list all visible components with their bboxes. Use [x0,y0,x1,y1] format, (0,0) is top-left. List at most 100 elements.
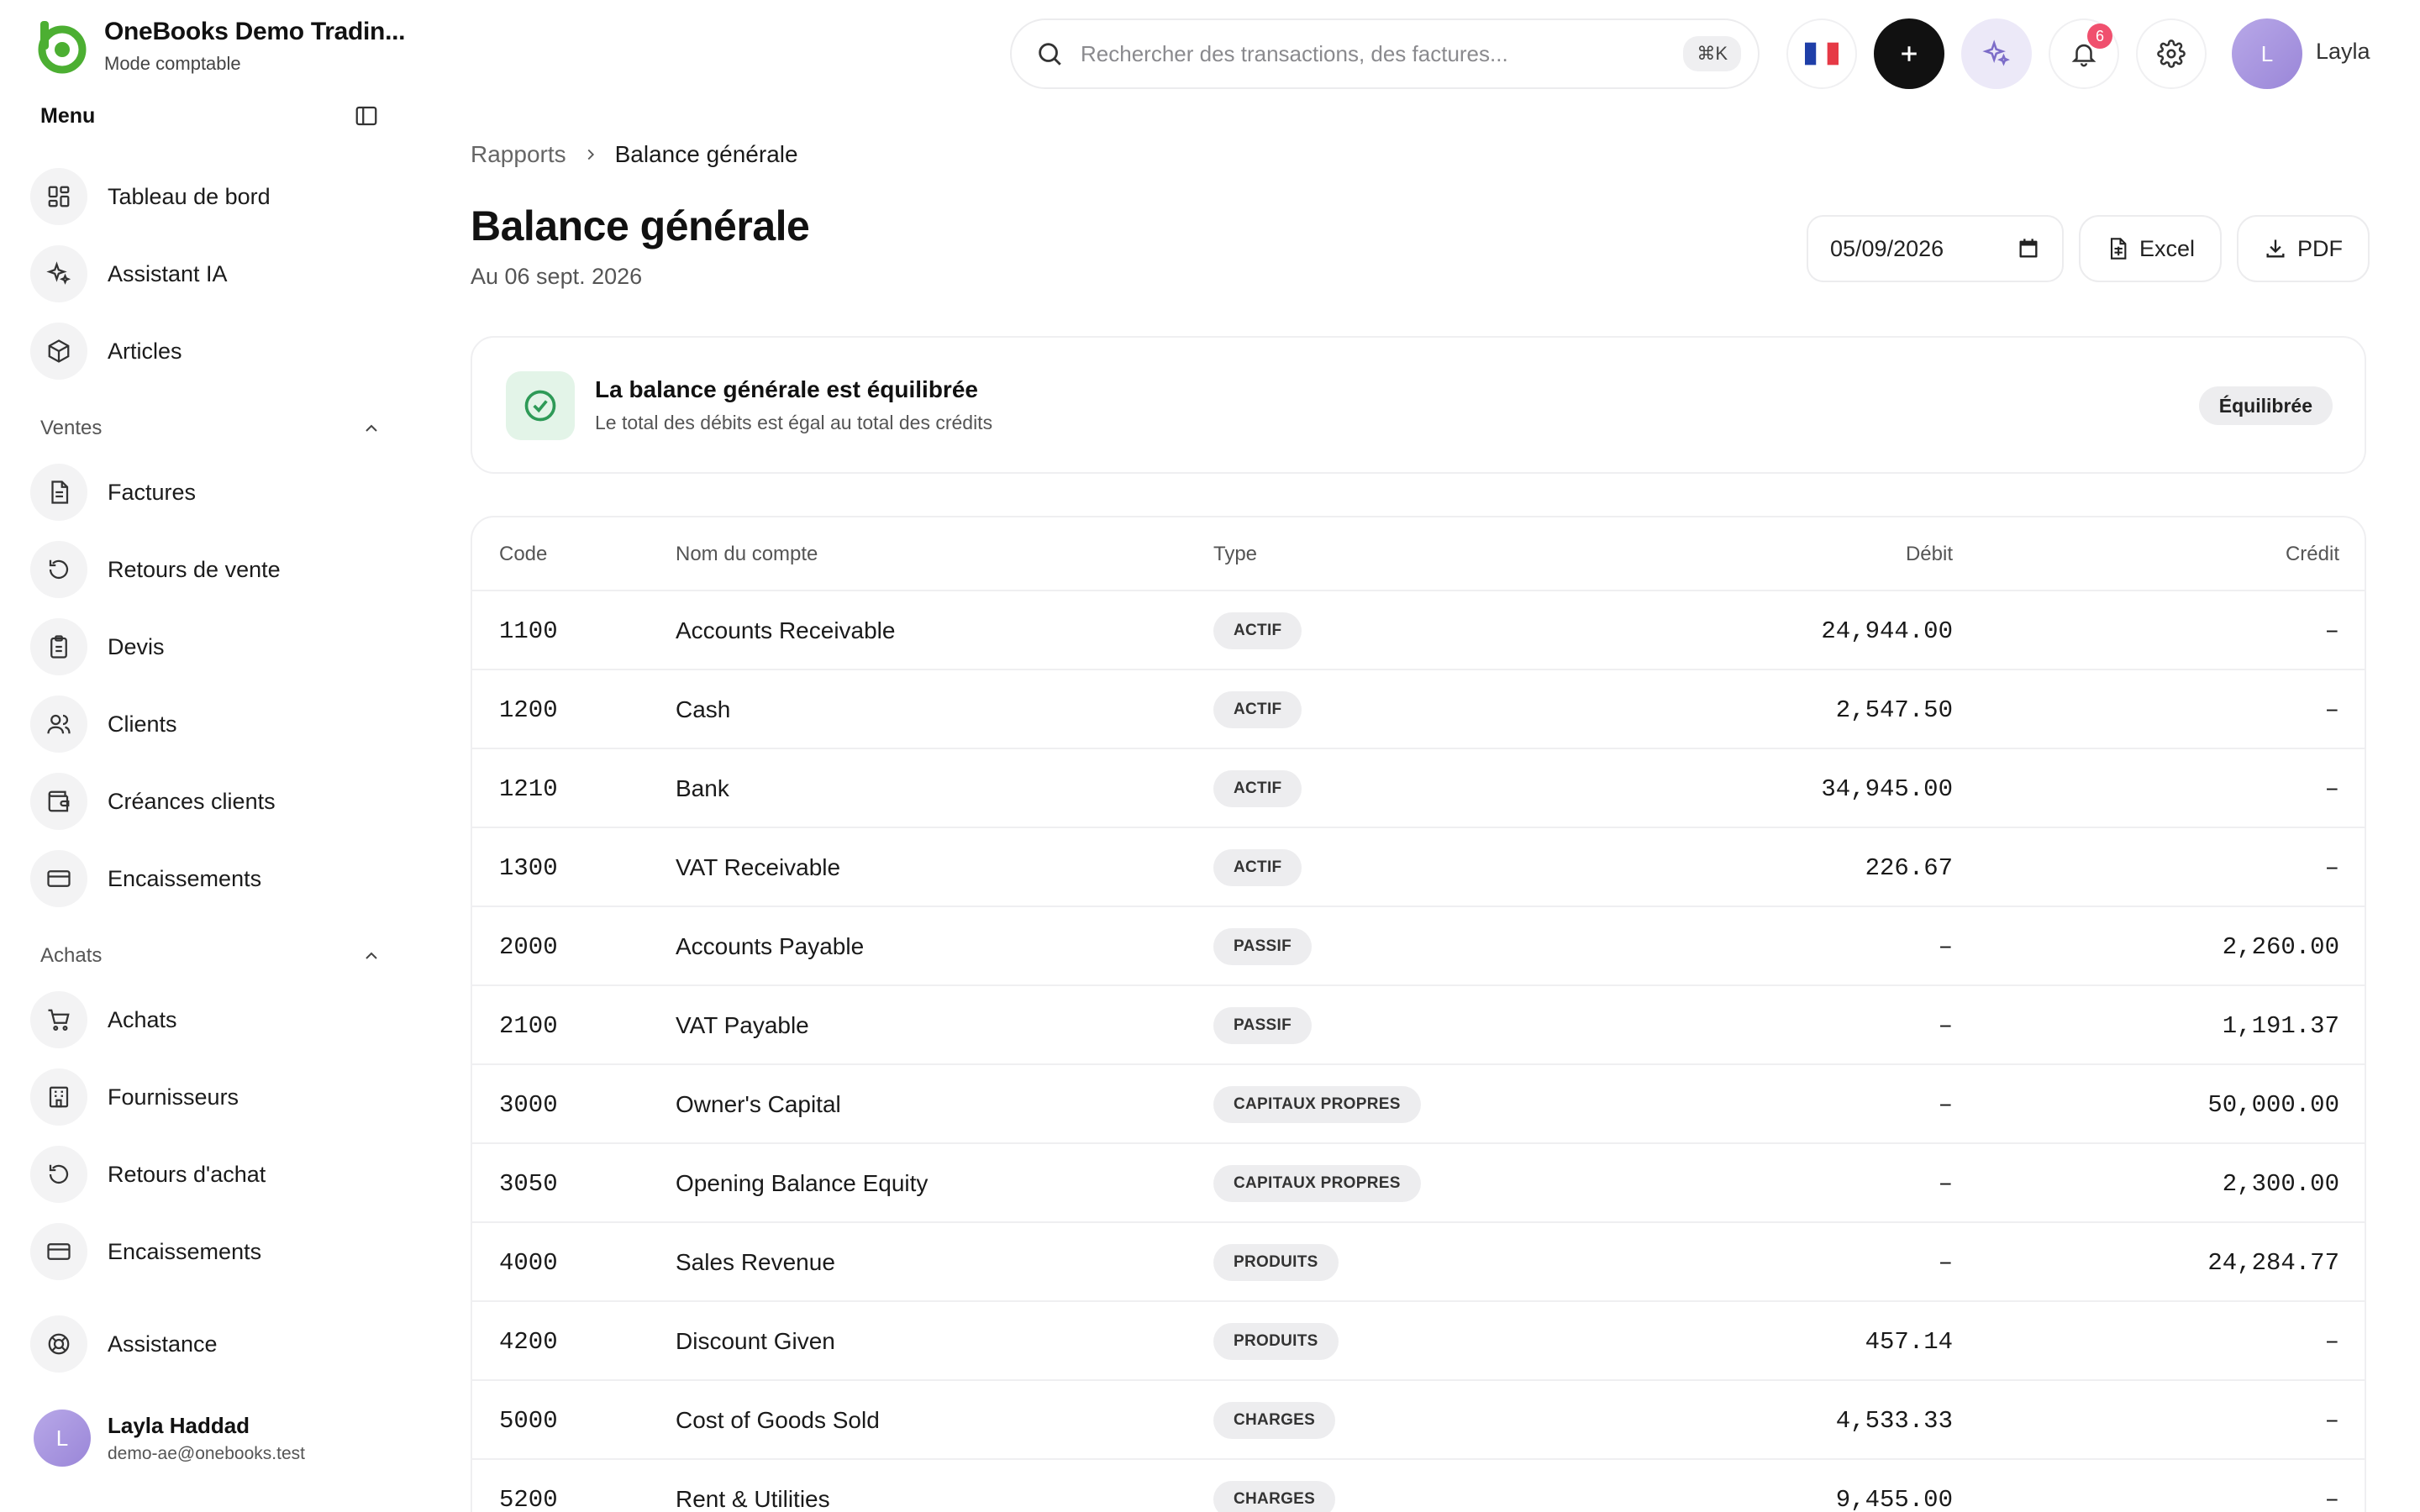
table-row[interactable]: 2000 Accounts Payable PASSIF – 2,260.00 [472,907,2365,986]
sidebar-item-sales-returns[interactable]: Retours de vente [30,538,392,601]
settings-button[interactable] [2136,18,2207,89]
account-name: Opening Balance Equity [676,1170,929,1196]
table-row[interactable]: 1100 Accounts Receivable ACTIF 24,944.00 – [472,591,2365,670]
credit-amount: 24,284.77 [2207,1248,2339,1277]
sidebar-item-quotes[interactable]: Devis [30,615,392,679]
sidebar-item-suppliers[interactable]: Fournisseurs [30,1065,392,1129]
account-code: 5200 [499,1485,558,1512]
credit-amount: 2,300.00 [2222,1169,2339,1198]
breadcrumb-parent-link[interactable]: Rapports [471,141,566,168]
sidebar-item-label: Assistance [108,1331,218,1357]
column-header-name[interactable]: Nom du compte [676,543,818,566]
export-pdf-label: PDF [2297,235,2343,261]
sidebar-item-ai-assistant[interactable]: Assistant IA [30,242,392,306]
account-code: 2000 [499,932,558,961]
section-purchases-header[interactable]: Achats [40,939,381,973]
debit-amount: 2,547.50 [1835,696,1953,724]
wallet-icon [30,773,87,830]
date-value: 05/09/2026 [1830,235,1944,261]
account-name: Bank [676,775,729,801]
sidebar-item-purchases[interactable]: Achats [30,988,392,1052]
sidebar-user-card[interactable]: L Layla Haddad demo-ae@onebooks.test [34,1410,305,1467]
sidebar-item-support[interactable]: Assistance [30,1312,392,1376]
debit-amount: – [1938,1169,1953,1198]
invoice-icon [30,464,87,521]
balance-status-card: La balance générale est équilibrée Le to… [471,336,2366,474]
account-type-cell: CHARGES [1213,1381,1336,1460]
table-row[interactable]: 5000 Cost of Goods Sold CHARGES 4,533.33 – [472,1381,2365,1460]
table-row[interactable]: 4000 Sales Revenue PRODUITS – 24,284.77 [472,1223,2365,1302]
avatar[interactable]: L [2232,18,2302,89]
column-header-credit[interactable]: Crédit [2286,543,2339,566]
sidebar: OneBooks Demo Tradin... Mode comptable M… [0,0,412,1512]
debit-amount: – [1938,1090,1953,1119]
debit-amount: 24,944.00 [1821,617,1953,645]
breadcrumb: Rapports Balance générale [471,141,798,168]
ai-assistant-button[interactable] [1961,18,2032,89]
search-input[interactable]: Rechercher des transactions, des facture… [1081,41,1683,67]
sidebar-item-clients[interactable]: Clients [30,692,392,756]
menu-title: Menu [40,103,96,128]
account-code: 4000 [499,1248,558,1277]
company-mode: Mode comptable [104,53,241,74]
sidebar-item-payments[interactable]: Encaissements [30,1220,392,1284]
column-header-code[interactable]: Code [499,543,547,566]
sidebar-item-label: Créances clients [108,788,276,814]
section-sales-header[interactable]: Ventes [40,412,381,445]
sidebar-item-receivables[interactable]: Créances clients [30,769,392,833]
account-code: 1210 [499,774,558,803]
account-type-badge: CAPITAUX PROPRES [1213,1165,1421,1202]
users-icon [30,696,87,753]
sidebar-item-label: Articles [108,338,182,364]
account-type-badge: PRODUITS [1213,1323,1339,1360]
create-button[interactable] [1874,18,1944,89]
account-name: Accounts Payable [676,933,865,959]
account-type-badge: CAPITAUX PROPRES [1213,1086,1421,1123]
sidebar-item-collections[interactable]: Encaissements [30,847,392,911]
credit-amount: – [2324,774,2339,803]
plus-icon [1902,46,1917,61]
account-type-badge: CHARGES [1213,1402,1336,1439]
search-shortcut: ⌘K [1683,36,1741,71]
credit-amount: – [2324,1327,2339,1356]
sidebar-item-dashboard[interactable]: Tableau de bord [30,165,392,228]
table-row[interactable]: 3050 Opening Balance Equity CAPITAUX PROPR… [472,1144,2365,1223]
column-header-debit[interactable]: Débit [1906,543,1953,566]
search-icon [1039,43,1061,66]
calendar-icon[interactable] [2017,237,2040,260]
date-picker-input[interactable]: 05/09/2026 [1807,215,2064,282]
sidebar-item-purchase-returns[interactable]: Retours d'achat [30,1142,392,1206]
page-title: Balance générale [471,202,810,249]
sidebar-item-articles[interactable]: Articles [30,319,392,383]
column-header-type[interactable]: Type [1213,543,1257,566]
notifications-button[interactable]: 6 [2049,18,2119,89]
company-name: OneBooks Demo Tradin... [104,18,406,45]
top-user-name[interactable]: Layla [2316,39,2370,65]
table-row[interactable]: 1300 VAT Receivable ACTIF 226.67 – [472,828,2365,907]
account-name: Accounts Receivable [676,617,896,643]
account-code: 1100 [499,617,558,645]
account-name: Cost of Goods Sold [676,1407,880,1433]
credit-amount: 50,000.00 [2207,1090,2339,1119]
search-bar[interactable]: Rechercher des transactions, des facture… [1010,18,1760,89]
table-row[interactable]: 1210 Bank ACTIF 34,945.00 – [472,749,2365,828]
sidebar-item-label: Clients [108,711,177,737]
account-name: Rent & Utilities [676,1486,830,1512]
table-row[interactable]: 5200 Rent & Utilities CHARGES 9,455.00 – [472,1460,2365,1512]
account-name: Cash [676,696,731,722]
table-row[interactable]: 1200 Cash ACTIF 2,547.50 – [472,670,2365,749]
brand[interactable]: OneBooks Demo Tradin... Mode comptable [32,17,405,76]
credit-amount: 2,260.00 [2222,932,2339,961]
export-pdf-button[interactable]: PDF [2237,215,2370,282]
table-row[interactable]: 4200 Discount Given PRODUITS 457.14 – [472,1302,2365,1381]
sidebar-toggle-button[interactable] [351,101,381,131]
language-button[interactable] [1786,18,1857,89]
table-row[interactable]: 3000 Owner's Capital CAPITAUX PROPRES – 50,0… [472,1065,2365,1144]
table-row[interactable]: 2100 VAT Payable PASSIF – 1,191.37 [472,986,2365,1065]
sidebar-item-invoices[interactable]: Factures [30,460,392,524]
account-code: 2100 [499,1011,558,1040]
return-icon [30,541,87,598]
sidebar-item-label: Achats [108,1006,177,1032]
account-name: VAT Receivable [676,854,841,880]
export-excel-button[interactable]: Excel [2079,215,2223,282]
